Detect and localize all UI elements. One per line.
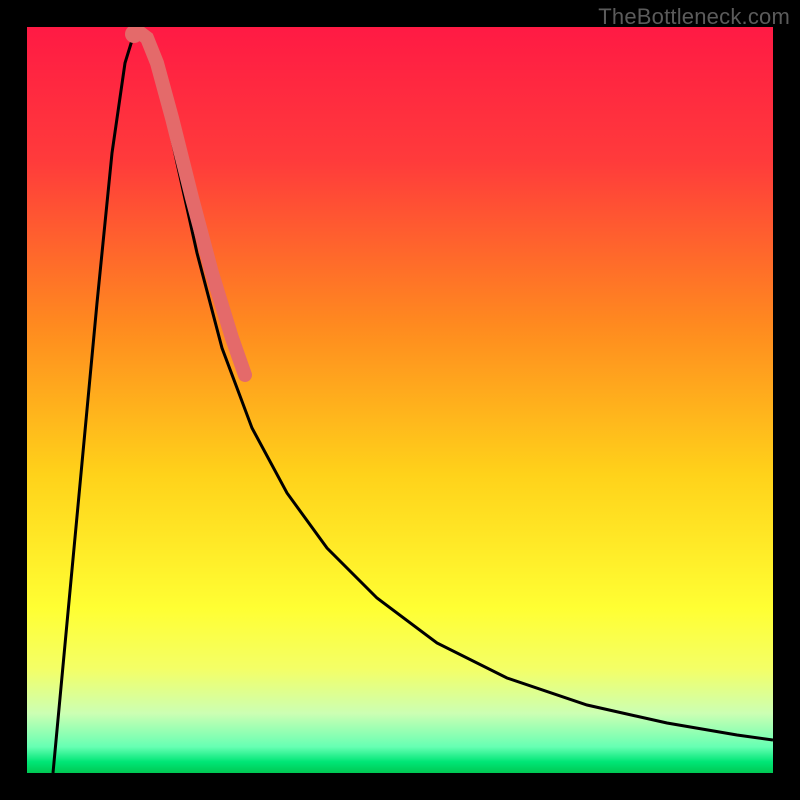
bottleneck-chart [27, 27, 773, 773]
gradient-background [27, 27, 773, 773]
watermark-label: TheBottleneck.com [598, 4, 790, 30]
plot-area [27, 27, 773, 773]
chart-frame: TheBottleneck.com [0, 0, 800, 800]
